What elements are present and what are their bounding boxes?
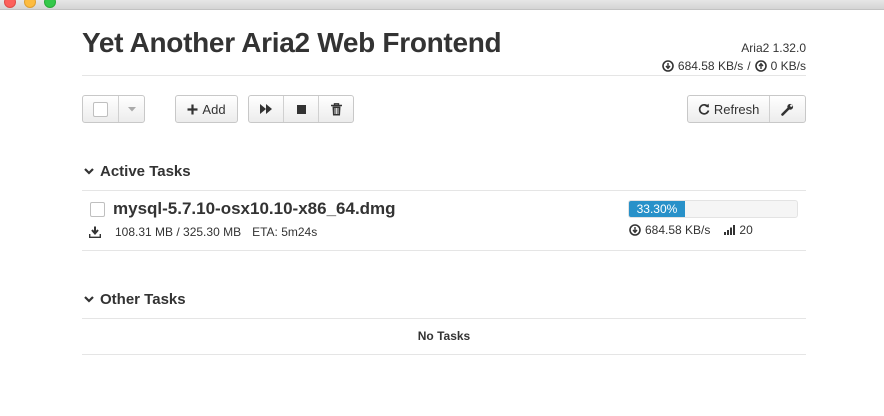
download-speed: 684.58 KB/s [677, 59, 744, 73]
chevron-down-icon [84, 168, 94, 175]
plus-icon [187, 104, 198, 114]
refresh-button[interactable]: Refresh [688, 96, 771, 122]
other-tasks-title: Other Tasks [100, 291, 186, 308]
task-checkbox[interactable] [90, 202, 105, 217]
task-stats: 684.58 KB/s 20 [629, 223, 753, 237]
page-title: Yet Another Aria2 Web Frontend [82, 27, 502, 58]
chevron-down-icon [84, 296, 94, 303]
active-tasks-divider [82, 190, 806, 191]
global-speed: 684.58 KB/s / 0 KB/s [662, 59, 806, 73]
download-speed-icon [629, 224, 641, 236]
minimize-window-button[interactable] [24, 0, 36, 8]
upload-speed-icon [754, 60, 767, 72]
delete-button[interactable] [319, 96, 353, 122]
caret-down-icon [127, 106, 136, 111]
aria2-version: Aria2 1.32.0 [741, 41, 806, 55]
active-tasks-header[interactable]: Active Tasks [84, 163, 191, 180]
task-name: mysql-5.7.10-osx10.10-x86_64.dmg [113, 199, 396, 218]
play-icon [260, 104, 272, 114]
upload-speed: 0 KB/s [770, 59, 806, 73]
wrench-icon [781, 103, 794, 116]
task-actions-group [248, 95, 354, 123]
close-window-button[interactable] [4, 0, 16, 8]
other-tasks-divider [82, 318, 806, 319]
task-row-divider [82, 250, 806, 251]
select-options-toggle[interactable] [119, 96, 144, 122]
task-eta: ETA: 5m24s [252, 225, 318, 239]
task-progress-bar: 33.30% [628, 200, 798, 218]
other-tasks-bottom-divider [82, 354, 806, 355]
download-icon [89, 226, 101, 238]
select-all-checkbox[interactable] [93, 101, 109, 117]
active-tasks-title: Active Tasks [100, 163, 191, 180]
signal-icon [724, 225, 736, 235]
header-divider [82, 75, 806, 76]
stop-button[interactable] [284, 96, 319, 122]
speed-separator: / [747, 59, 751, 73]
select-all-checkbox-button[interactable] [83, 96, 120, 122]
stop-icon [296, 104, 306, 114]
refresh-settings-group: Refresh [687, 95, 806, 123]
task-size: 108.31 MB / 325.30 MB [115, 225, 242, 239]
add-button-label: Add [202, 101, 226, 117]
other-tasks-header[interactable]: Other Tasks [84, 291, 186, 308]
task-progress-fill: 33.30% [629, 201, 685, 217]
no-tasks-message: No Tasks [417, 329, 471, 343]
task-meta: 108.31 MB / 325.30 MB ETA: 5m24s [89, 225, 317, 239]
select-dropdown-group [82, 95, 145, 123]
resume-button[interactable] [249, 96, 284, 122]
window-titlebar [0, 0, 884, 10]
add-button[interactable]: Add [175, 95, 238, 123]
task-speed: 684.58 KB/s [645, 223, 711, 237]
trash-icon [330, 102, 342, 115]
download-speed-icon [662, 60, 674, 72]
refresh-icon [698, 103, 710, 115]
refresh-button-label: Refresh [713, 101, 760, 117]
zoom-window-button[interactable] [44, 0, 56, 8]
settings-button[interactable] [770, 96, 805, 122]
task-connections: 20 [739, 223, 753, 237]
